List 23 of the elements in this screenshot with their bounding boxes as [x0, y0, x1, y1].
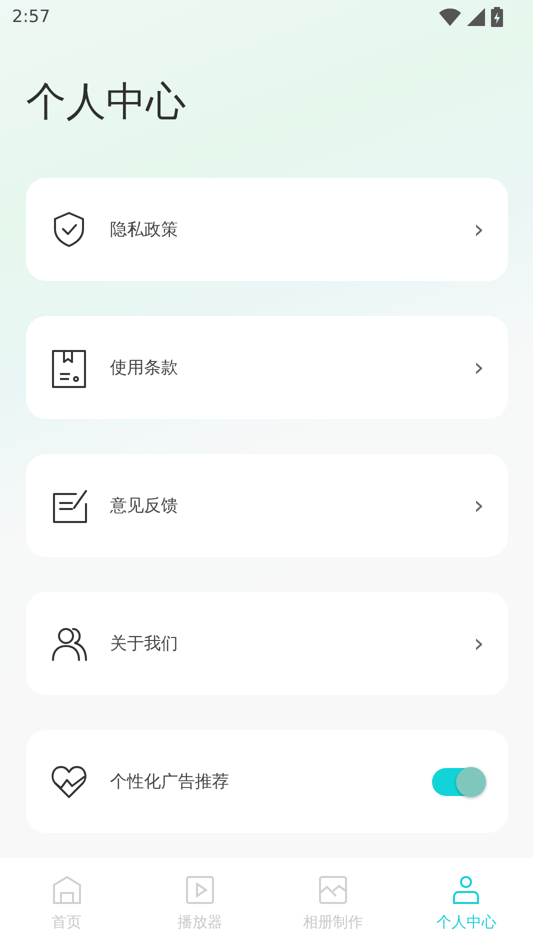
menu-item[interactable]: 关于我们 › — [26, 592, 508, 695]
status-time: 2:57 — [12, 7, 50, 27]
item-label: 关于我们 — [110, 633, 179, 655]
chevron: › — [474, 216, 484, 242]
person-icon — [451, 874, 482, 904]
chevron: › — [474, 354, 484, 380]
menu-item[interactable]: 意见反馈 › — [26, 454, 508, 557]
page-title: 个人中心 — [26, 78, 187, 126]
item-label: 使用条款 — [110, 357, 179, 379]
menu-item[interactable]: 隐私政策 › — [26, 178, 508, 281]
chevron: › — [474, 492, 484, 518]
item-label: 意见反馈 — [110, 495, 179, 517]
image-icon — [318, 874, 348, 904]
chevron: › — [474, 630, 484, 656]
item-label: 隐私政策 — [110, 219, 179, 241]
home-icon — [52, 874, 82, 904]
play-icon — [184, 874, 215, 904]
signal-icon — [467, 8, 485, 26]
menu-item[interactable]: 使用条款 › — [26, 316, 508, 419]
wifi-icon — [439, 8, 461, 26]
item-label: 个性化广告推荐 — [110, 771, 230, 793]
toggle-switch[interactable] — [432, 768, 484, 796]
battery-icon — [491, 7, 503, 27]
